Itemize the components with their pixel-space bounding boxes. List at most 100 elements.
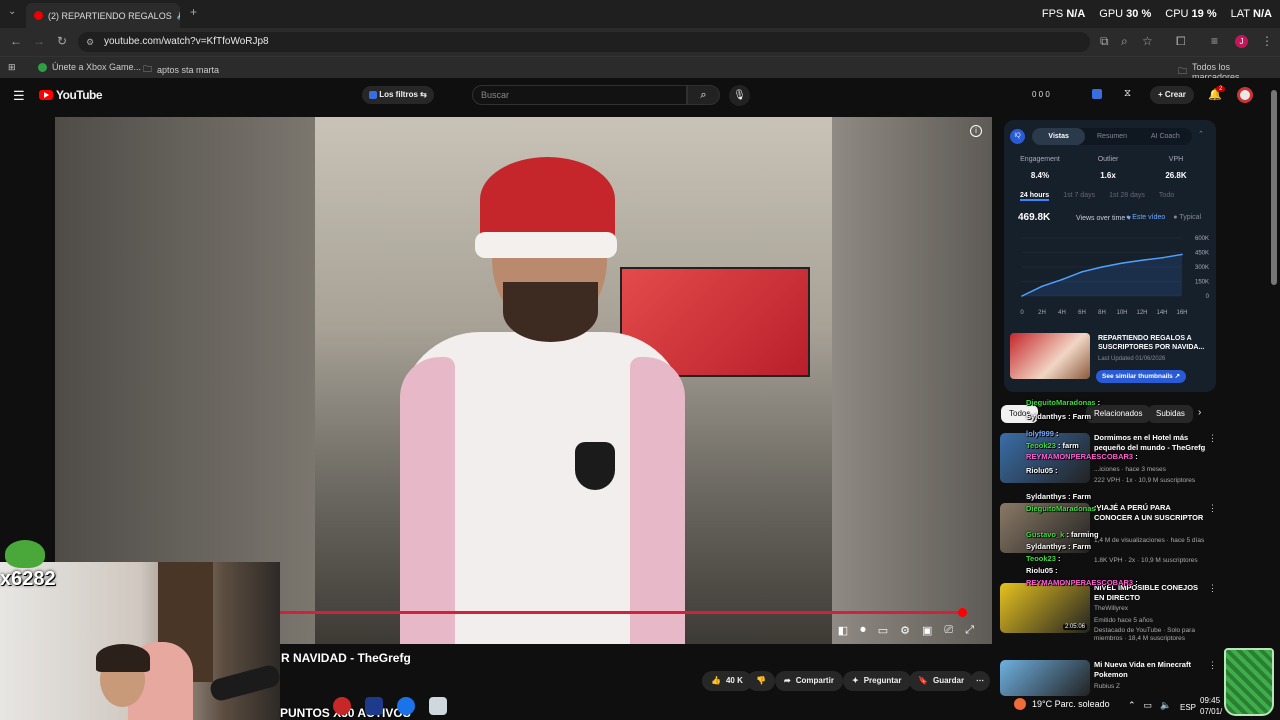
range-all[interactable]: Todo <box>1159 192 1174 201</box>
share-button[interactable]: ➦ Compartir <box>775 671 843 691</box>
video-thumbnail[interactable] <box>1010 333 1090 379</box>
window-taskbar-icon[interactable] <box>429 697 447 715</box>
apps-icon[interactable]: ⊞ <box>8 62 16 73</box>
info-icon[interactable]: i <box>970 125 982 137</box>
legend-typical-label: Typical <box>1179 214 1202 221</box>
rec-channel: Rubius Z <box>1094 683 1121 690</box>
chrome-taskbar-icon[interactable] <box>333 697 351 715</box>
tab-ai-coach[interactable]: AI Coach <box>1139 128 1192 145</box>
views-over-time-dropdown[interactable]: Views over time ▾ <box>1076 214 1131 222</box>
browser-tab[interactable]: (2) REPARTIENDO REGALOS 🔊 ✕ <box>26 3 180 28</box>
install-icon[interactable]: ⧉ <box>1100 34 1109 49</box>
similar-thumbnails-button[interactable]: See similar thumbnails ↗ <box>1096 370 1187 383</box>
rec-more-icon[interactable]: ⋮ <box>1208 660 1217 671</box>
progress-scrubber[interactable] <box>958 608 967 617</box>
like-button[interactable]: 👍 40 K <box>702 671 752 691</box>
chat-message: Riolu05 : <box>1026 566 1058 575</box>
plus-icon: + <box>1158 90 1165 99</box>
ask-button[interactable]: ✦ Preguntar <box>843 671 911 691</box>
volume-icon[interactable]: 🔈 <box>1160 700 1171 711</box>
hamburger-menu-icon[interactable]: ☰ <box>13 88 25 104</box>
mute-icon[interactable]: 🔊 <box>177 10 180 21</box>
search-button[interactable]: ⌕ <box>687 85 720 105</box>
progress-bar[interactable] <box>280 611 959 614</box>
reload-icon[interactable]: ↻ <box>57 34 67 48</box>
collapse-chevron-icon[interactable]: ⌃ <box>1198 130 1204 138</box>
back-icon[interactable]: ← <box>10 34 22 48</box>
rec-thumbnail[interactable] <box>1000 660 1090 696</box>
discord-taskbar-icon[interactable] <box>397 697 415 715</box>
chip-relacionados[interactable]: Relacionados <box>1086 405 1151 423</box>
dislike-button[interactable]: 👎 <box>747 671 775 691</box>
chip-subidas[interactable]: Subidas <box>1148 405 1193 423</box>
chart-x-tick: 12H <box>1136 310 1147 316</box>
chat-username: Teook23 <box>1026 441 1056 450</box>
hourglass-icon[interactable]: ⧖ <box>1124 88 1131 99</box>
range-28d[interactable]: 1st 28 days <box>1109 192 1145 201</box>
recommended-video[interactable]: 2:05:06 NIVEL IMPOSIBLE CONEJOS EN DIREC… <box>1000 583 1220 642</box>
tray-app-icon[interactable]: ▭ <box>1144 700 1153 711</box>
new-tab-icon[interactable]: + <box>190 5 197 19</box>
bookmark-xbox[interactable]: Únete a Xbox Game... <box>38 62 141 72</box>
profile-avatar[interactable]: J <box>1235 35 1248 48</box>
cast-icon[interactable]: ⎚ <box>944 624 953 637</box>
range-7d[interactable]: 1st 7 days <box>1063 192 1095 201</box>
chart-legend: ● Este vídeo ● Typical <box>1126 214 1201 221</box>
site-info-icon[interactable]: ⚙ <box>86 32 94 52</box>
browser-menu-icon[interactable]: ⋮ <box>1261 34 1273 48</box>
chat-message: Teook23 : <box>1026 554 1060 563</box>
create-button[interactable]: + Crear <box>1150 86 1194 104</box>
page-scrollbar[interactable] <box>1271 90 1277 285</box>
webcam-microphone <box>208 663 280 703</box>
chips-next-icon[interactable]: › <box>1198 407 1201 418</box>
settings-gear-icon[interactable]: ⚙ <box>900 624 910 637</box>
app-taskbar-icon[interactable] <box>365 697 383 715</box>
chat-text: : Farm <box>1066 492 1092 501</box>
autoplay-toggle[interactable]: ⏺ <box>860 624 866 637</box>
youtube-logo[interactable]: YouTube <box>39 88 103 102</box>
subtitles-icon[interactable]: ▭ <box>878 624 888 637</box>
tab-vistas[interactable]: Vistas <box>1032 128 1086 145</box>
search-input[interactable]: Buscar <box>472 85 687 105</box>
weather-widget[interactable]: 19°C Parc. soleado <box>1014 698 1110 710</box>
tab-resumen[interactable]: Resumen <box>1085 128 1138 145</box>
taskbar-clock[interactable]: 09:45 07/01/ <box>1200 695 1222 717</box>
chat-text: : Farm <box>1066 412 1092 421</box>
language-indicator[interactable]: ESP <box>1180 703 1196 712</box>
chart-point <box>1121 262 1123 264</box>
chat-username: REYMAMONPERAESCOBAR3 <box>1026 578 1134 587</box>
rec-more-icon[interactable]: ⋮ <box>1208 583 1217 594</box>
bookmark-star-icon[interactable]: ☆ <box>1142 34 1153 48</box>
lat-value: N/A <box>1253 8 1272 20</box>
chat-username: DieguitoMaradonas <box>1026 398 1096 407</box>
more-actions-button[interactable]: ⋯ <box>970 671 990 691</box>
range-24h[interactable]: 24 hours <box>1020 192 1050 201</box>
filters-button[interactable]: Los filtros ⇆ <box>362 86 434 104</box>
url-field[interactable]: ⚙ youtube.com/watch?v=KfTfoWoRJp8 <box>78 32 1090 52</box>
chat-message: Syldanthys : Farm <box>1026 492 1091 501</box>
video-scene-beard <box>503 282 598 342</box>
tab-list-icon[interactable]: ⌄ <box>8 6 16 17</box>
bookmark-folder-aptos[interactable]: 🗀 aptos sta marta <box>143 62 219 78</box>
folder-icon: 🗀 <box>143 64 153 74</box>
rec-stats: 222 VPH · 1x · 10,9 M suscriptores <box>1094 477 1196 484</box>
extensions-icon[interactable]: ⧠ <box>1176 34 1186 49</box>
reading-list-icon[interactable]: ≡ <box>1211 34 1218 48</box>
metric-value: 26.8K <box>1165 171 1187 180</box>
rec-more-icon[interactable]: ⋮ <box>1208 503 1217 514</box>
channel-avatar[interactable] <box>1237 87 1253 103</box>
extension-player-icon[interactable]: ◧ <box>838 624 848 637</box>
zoom-icon[interactable]: ⌕ <box>1121 34 1128 49</box>
tray-chevron-icon[interactable]: ⌃ <box>1128 700 1136 711</box>
rec-thumbnail[interactable]: 2:05:06 <box>1000 583 1090 633</box>
rec-more-icon[interactable]: ⋮ <box>1208 433 1217 444</box>
miniplayer-icon[interactable]: ▣ <box>922 624 932 637</box>
cpu-value: 19 % <box>1191 8 1217 20</box>
forward-icon[interactable]: → <box>33 34 45 48</box>
fullscreen-icon[interactable]: ⤢ <box>965 624 974 637</box>
extension-icon[interactable] <box>1092 89 1102 99</box>
voice-search-button[interactable]: 🎙 <box>729 85 750 106</box>
metric-value: 1.6x <box>1100 171 1116 180</box>
save-button[interactable]: 🔖 Guardar <box>909 671 974 691</box>
extension-counters[interactable]: 0 0 0 <box>1032 90 1050 99</box>
